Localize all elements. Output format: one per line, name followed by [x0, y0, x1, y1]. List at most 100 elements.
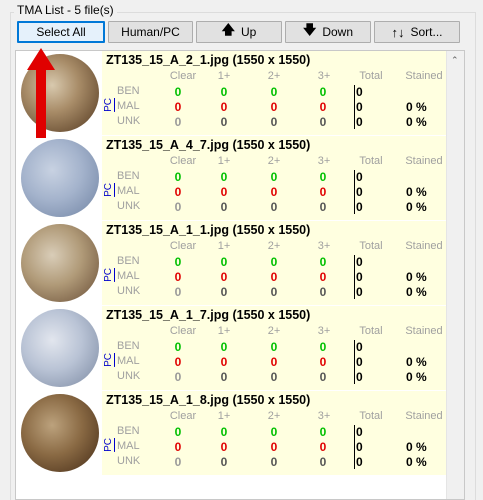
total-mal: 0 [356, 355, 363, 369]
total-ben: 0 [356, 340, 363, 354]
list-item[interactable]: ZT135_15_A_2_1.jpg (1550 x 1550) Clear 1+ 2… [16, 51, 446, 136]
col-1plus: 1+ [217, 70, 231, 82]
count-unk: 0 [174, 200, 182, 214]
pc-link[interactable]: PC [103, 98, 114, 112]
thumbnail-cell[interactable] [16, 391, 102, 475]
up-button[interactable]: 🡅 Up [196, 21, 282, 43]
col-total: Total [359, 325, 383, 337]
label-ben: BEN [117, 425, 140, 437]
col-2plus: 2+ [267, 410, 281, 422]
total-divider [354, 425, 355, 469]
col-stained: Stained [405, 70, 443, 82]
pc-link[interactable]: PC [103, 438, 114, 452]
count-ben: 0 [220, 340, 228, 354]
count-unk: 0 [270, 200, 278, 214]
count-ben: 0 [174, 255, 182, 269]
group-border-left [10, 12, 11, 500]
count-unk: 0 [319, 285, 327, 299]
count-ben: 0 [319, 170, 327, 184]
col-stained: Stained [405, 410, 443, 422]
label-mal: MAL [117, 440, 140, 452]
col-clear: Clear [169, 70, 197, 82]
count-mal: 0 [174, 355, 182, 369]
tma-core-thumbnail[interactable] [21, 224, 99, 302]
count-unk: 0 [220, 285, 228, 299]
pc-link[interactable]: PC [103, 353, 114, 367]
human-pc-button[interactable]: Human/PC [108, 21, 193, 43]
stained-unk: 0 % [406, 370, 427, 384]
arrow-down-icon: 🡇 [302, 22, 317, 37]
stained-unk: 0 % [406, 115, 427, 129]
tma-core-thumbnail[interactable] [21, 139, 99, 217]
col-3plus: 3+ [317, 325, 331, 337]
count-mal: 0 [174, 185, 182, 199]
count-ben: 0 [220, 85, 228, 99]
col-stained: Stained [405, 325, 443, 337]
label-unk: UNK [117, 285, 141, 297]
thumbnail-cell[interactable] [16, 136, 102, 220]
count-mal: 0 [270, 185, 278, 199]
down-label: Down [322, 25, 354, 39]
total-ben: 0 [356, 425, 363, 439]
tma-core-thumbnail[interactable] [21, 309, 99, 387]
label-unk: UNK [117, 455, 141, 467]
count-ben: 0 [174, 425, 182, 439]
group-border-right [475, 12, 476, 500]
file-name: ZT135_15_A_2_1.jpg (1550 x 1550) [106, 53, 311, 67]
total-divider [354, 85, 355, 129]
stained-unk: 0 % [406, 285, 427, 299]
count-unk: 0 [270, 115, 278, 129]
col-clear: Clear [169, 155, 197, 167]
count-mal: 0 [270, 270, 278, 284]
tma-core-thumbnail[interactable] [21, 394, 99, 472]
pc-link[interactable]: PC [103, 268, 114, 282]
group-title: TMA List - 5 file(s) [14, 3, 117, 17]
total-unk: 0 [356, 115, 363, 129]
label-mal: MAL [117, 100, 140, 112]
total-unk: 0 [356, 285, 363, 299]
count-unk: 0 [270, 455, 278, 469]
count-unk: 0 [174, 285, 182, 299]
count-mal: 0 [220, 100, 228, 114]
vertical-scrollbar[interactable]: ⌃ [446, 51, 464, 499]
col-2plus: 2+ [267, 155, 281, 167]
count-ben: 0 [220, 255, 228, 269]
pc-link[interactable]: PC [103, 183, 114, 197]
total-divider [354, 340, 355, 384]
list-item[interactable]: ZT135_15_A_1_7.jpg (1550 x 1550) Clear 1+ 2… [16, 306, 446, 391]
total-ben: 0 [356, 170, 363, 184]
list-item[interactable]: ZT135_15_A_1_8.jpg (1550 x 1550) Clear 1+ 2… [16, 391, 446, 476]
col-1plus: 1+ [217, 240, 231, 252]
col-clear: Clear [169, 240, 197, 252]
scroll-up-icon[interactable]: ⌃ [451, 55, 459, 66]
stained-mal: 0 % [406, 440, 427, 454]
count-ben: 0 [270, 85, 278, 99]
thumbnail-cell[interactable] [16, 221, 102, 305]
total-mal: 0 [356, 270, 363, 284]
count-ben: 0 [270, 340, 278, 354]
count-unk: 0 [319, 200, 327, 214]
file-name: ZT135_15_A_4_7.jpg (1550 x 1550) [106, 138, 311, 152]
count-mal: 0 [319, 270, 327, 284]
human-pc-label: Human/PC [121, 25, 180, 39]
total-unk: 0 [356, 370, 363, 384]
col-2plus: 2+ [267, 70, 281, 82]
label-mal: MAL [117, 355, 140, 367]
count-unk: 0 [270, 370, 278, 384]
file-name: ZT135_15_A_1_8.jpg (1550 x 1550) [106, 393, 311, 407]
list-item[interactable]: ZT135_15_A_4_7.jpg (1550 x 1550) Clear 1+ 2… [16, 136, 446, 221]
col-1plus: 1+ [217, 410, 231, 422]
tma-file-list[interactable]: ZT135_15_A_2_1.jpg (1550 x 1550) Clear 1+ 2… [15, 50, 465, 500]
col-3plus: 3+ [317, 70, 331, 82]
count-unk: 0 [220, 455, 228, 469]
thumbnail-cell[interactable] [16, 306, 102, 390]
select-all-button[interactable]: Select All [17, 21, 105, 43]
count-unk: 0 [319, 455, 327, 469]
annotation-arrow-head-icon [27, 48, 55, 70]
count-unk: 0 [270, 285, 278, 299]
count-mal: 0 [319, 355, 327, 369]
count-mal: 0 [319, 185, 327, 199]
list-item[interactable]: ZT135_15_A_1_1.jpg (1550 x 1550) Clear 1+ 2… [16, 221, 446, 306]
down-button[interactable]: 🡇 Down [285, 21, 371, 43]
sort-button[interactable]: ↑↓ Sort... [374, 21, 460, 43]
